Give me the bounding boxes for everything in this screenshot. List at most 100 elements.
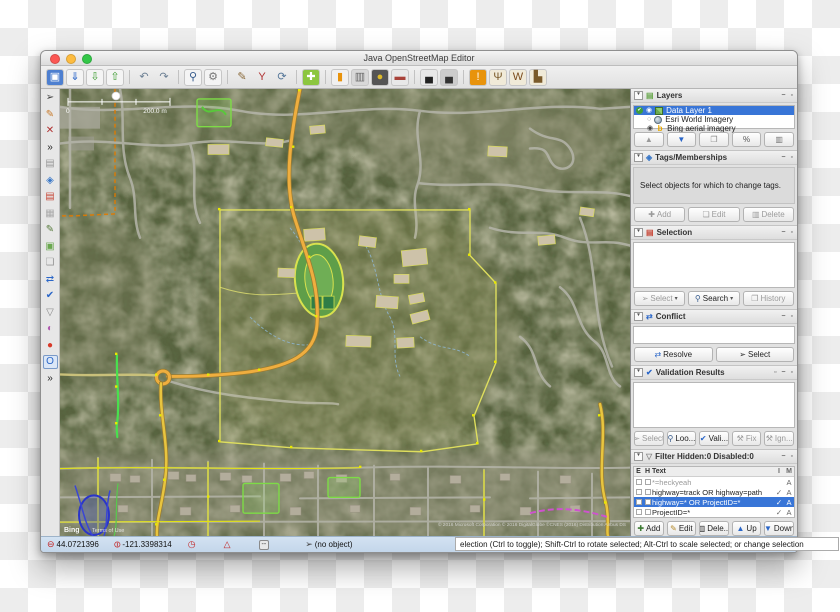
add-tag-button[interactable]: ✚ Add	[634, 207, 685, 222]
selection-history-button[interactable]: ❐ History	[743, 291, 794, 306]
popup-icon[interactable]: ▫	[773, 369, 777, 376]
enable-checkbox[interactable]	[636, 479, 642, 485]
filter-dialog-button[interactable]: ▽	[43, 306, 58, 320]
collapse-icon[interactable]: ▾	[634, 228, 643, 237]
preset-traffic-signal-button[interactable]: ●	[371, 69, 389, 86]
hide-checkbox[interactable]	[645, 479, 651, 485]
preset-bus-button[interactable]: ▄	[440, 69, 458, 86]
visibility-eye-icon[interactable]: ○	[647, 116, 651, 123]
layer-delete-button[interactable]: ▥	[764, 132, 794, 147]
detach-icon[interactable]: ▫	[790, 154, 794, 161]
filter-add-button[interactable]: ✚ Add	[634, 521, 664, 536]
redo-button[interactable]: ↷	[155, 69, 173, 86]
preset-wall-button[interactable]: ▬	[391, 69, 409, 86]
terms-of-use-link[interactable]: Terms of Use	[92, 528, 124, 534]
conflict-panel-header[interactable]: ▾ ⇄ Conflict − ▫	[631, 310, 797, 324]
conflict-dialog-button[interactable]: ⇄	[43, 273, 58, 287]
selection-panel-header[interactable]: ▾ ▤ Selection − ▫	[631, 226, 797, 240]
detach-icon[interactable]: ▫	[790, 453, 794, 460]
selected-way-green[interactable]	[117, 355, 118, 438]
lookup-button[interactable]: ⚲ Loo...	[667, 431, 697, 446]
layer-opacity-button[interactable]: %	[732, 132, 762, 147]
selection-select-button[interactable]: ➢ Select ▾	[634, 291, 685, 306]
tags-dialog-button[interactable]: ◈	[43, 174, 58, 188]
preset-car-button[interactable]: ▄	[420, 69, 438, 86]
layers-dialog-button[interactable]: ▤	[43, 157, 58, 171]
collapse-icon[interactable]: ▾	[634, 91, 643, 100]
upload-data-button[interactable]: ⇧	[106, 69, 124, 86]
collapse-icon[interactable]: ▾	[634, 312, 643, 321]
preset-warning-button[interactable]: !	[469, 69, 487, 86]
collapse-dialogs-button[interactable]: »	[43, 372, 58, 386]
open-file-button[interactable]: ▣	[46, 69, 64, 86]
draw-way-button[interactable]: ✎	[233, 69, 251, 86]
layer-duplicate-button[interactable]: ❐	[699, 132, 729, 147]
pin-icon[interactable]: −	[780, 92, 786, 99]
select-mode-button[interactable]: ➢	[43, 91, 58, 105]
layer-up-button[interactable]: ▲	[634, 132, 664, 147]
pin-icon[interactable]: −	[780, 229, 786, 236]
filter-up-button[interactable]: ▲ Up	[732, 521, 762, 536]
styles-dialog-button[interactable]: ◐	[43, 322, 58, 336]
pin-icon[interactable]: −	[780, 154, 786, 161]
undo-button[interactable]: ↶	[135, 69, 153, 86]
zoom-window-button[interactable]	[82, 54, 92, 64]
conflict-select-button[interactable]: ➢ Select	[716, 347, 795, 362]
collapse-modes-button[interactable]: »	[43, 141, 58, 155]
hide-checkbox[interactable]	[645, 509, 651, 515]
layer-row-data[interactable]: ✔ ◉ Data Layer 1	[634, 106, 794, 115]
enable-checkbox[interactable]	[636, 499, 642, 505]
preset-waterpark-button[interactable]: W	[509, 69, 527, 86]
hide-checkbox[interactable]	[645, 489, 651, 495]
validator-dialog-button[interactable]: ✔	[43, 289, 58, 303]
collapse-icon[interactable]: ▾	[634, 153, 643, 162]
campus-boundary-way[interactable]	[220, 210, 496, 452]
filter-row[interactable]: *=heckyeah A	[634, 477, 794, 487]
selection-search-button[interactable]: ⚲ Search ▾	[688, 291, 739, 306]
filter-row[interactable]: highway=track OR highway=path ✓ A	[634, 487, 794, 497]
detach-icon[interactable]: ▫	[790, 229, 794, 236]
preset-barrier-button[interactable]: ▮	[331, 69, 349, 86]
notes-dialog-button[interactable]: ●	[43, 339, 58, 353]
selection-dialog-button[interactable]: ▤	[43, 190, 58, 204]
filter-panel-header[interactable]: ▾ ▽ Filter Hidden:0 Disabled:0 − ▫	[631, 450, 797, 464]
resolve-button[interactable]: ⇄ Resolve	[634, 347, 713, 362]
hide-checkbox[interactable]	[645, 499, 651, 505]
filter-edit-button[interactable]: ✎ Edit	[667, 521, 697, 536]
delete-tag-button[interactable]: ▥ Delete	[743, 207, 794, 222]
conflict-list[interactable]	[633, 326, 795, 344]
save-button[interactable]: ⇓	[66, 69, 84, 86]
validation-panel-header[interactable]: ▾ ✔ Validation Results ▫ − ▫	[631, 366, 797, 380]
ignore-button[interactable]: ⚒ Ign...	[764, 431, 794, 446]
validation-select-button[interactable]: ➢ Select	[634, 431, 664, 446]
close-window-button[interactable]	[50, 54, 60, 64]
collapse-icon[interactable]: ▾	[634, 368, 643, 377]
map-view[interactable]: 0 200.0 m Bing Terms of Use © 2016 Micro…	[60, 89, 631, 536]
layer-down-button[interactable]: ▼	[667, 132, 697, 147]
pin-icon[interactable]: −	[780, 369, 786, 376]
mappaint-dialog-button[interactable]: ✎	[43, 223, 58, 237]
visibility-eye-icon[interactable]: ◉	[646, 107, 652, 114]
layer-row-esri[interactable]: ○ Esri World Imagery	[634, 115, 794, 124]
update-data-button[interactable]: ⟳	[273, 69, 291, 86]
imagery-dialog-button[interactable]: ▣	[43, 240, 58, 254]
detach-icon[interactable]: ▫	[790, 313, 794, 320]
draw-node-mode-button[interactable]: ✎	[43, 108, 58, 122]
edit-tag-button[interactable]: ❏ Edit	[688, 207, 739, 222]
preset-highway-button[interactable]: ▥	[351, 69, 369, 86]
preferences-button[interactable]: ⚙	[204, 69, 222, 86]
detach-icon[interactable]: ▫	[790, 369, 794, 376]
pin-icon[interactable]: −	[780, 313, 786, 320]
enable-checkbox[interactable]	[636, 489, 642, 495]
filter-delete-button[interactable]: ▥ Dele...	[699, 521, 729, 536]
minimize-window-button[interactable]	[66, 54, 76, 64]
validate-button[interactable]: ✔ Vali...	[699, 431, 729, 446]
pin-icon[interactable]: −	[780, 453, 786, 460]
map-canvas[interactable]: 0 200.0 m Bing Terms of Use © 2016 Micro…	[60, 89, 630, 536]
layers-panel-header[interactable]: ▾ ▤ Layers − ▫	[631, 89, 797, 103]
validation-list[interactable]	[633, 382, 795, 428]
preset-works-button[interactable]: ▙	[529, 69, 547, 86]
command-stack-dialog-button[interactable]: ❏	[43, 256, 58, 270]
fix-button[interactable]: ⚒ Fix	[732, 431, 762, 446]
preset-restaurant-button[interactable]: Ψ	[489, 69, 507, 86]
